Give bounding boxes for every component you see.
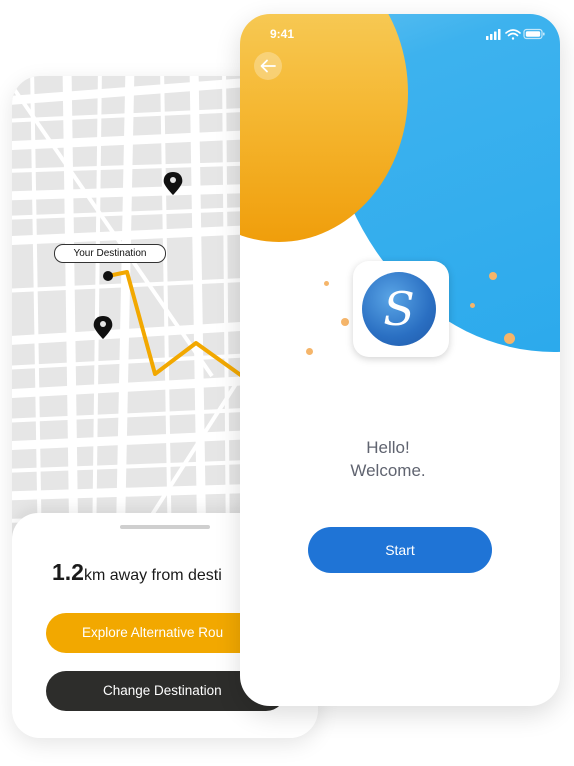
status-bar-icons [486,28,545,40]
distance-text: km away from desti [83,567,222,584]
welcome-greeting: Hello! Welcome. [240,436,536,482]
back-button[interactable] [254,52,282,80]
decorative-dot [341,318,349,326]
greeting-line-1: Hello! [366,438,410,457]
decorative-dot [504,333,515,344]
app-logo-circle: S [362,272,436,346]
origin-dot [103,271,113,281]
signal-icon [486,29,501,40]
arrow-left-icon [260,59,276,73]
greeting-line-2: Welcome. [350,461,426,480]
decorative-dot [306,348,313,355]
decorative-dot [324,281,329,286]
welcome-phone-screen: 9:41 S Hello! Welcome. Start [240,14,560,706]
sheet-drag-handle[interactable] [120,525,210,529]
status-bar-time: 9:41 [270,27,295,41]
distance-value: 1.2 [52,559,84,585]
wifi-icon [505,29,521,40]
start-button[interactable]: Start [308,527,492,573]
decorative-dot [470,303,475,308]
destination-label: Your Destination [54,244,166,263]
decorative-dot [489,272,497,280]
app-logo-letter: S [383,282,415,336]
app-logo: S [353,261,449,357]
distance-readout: 1.2km away from desti [52,559,222,586]
battery-icon [523,28,545,40]
